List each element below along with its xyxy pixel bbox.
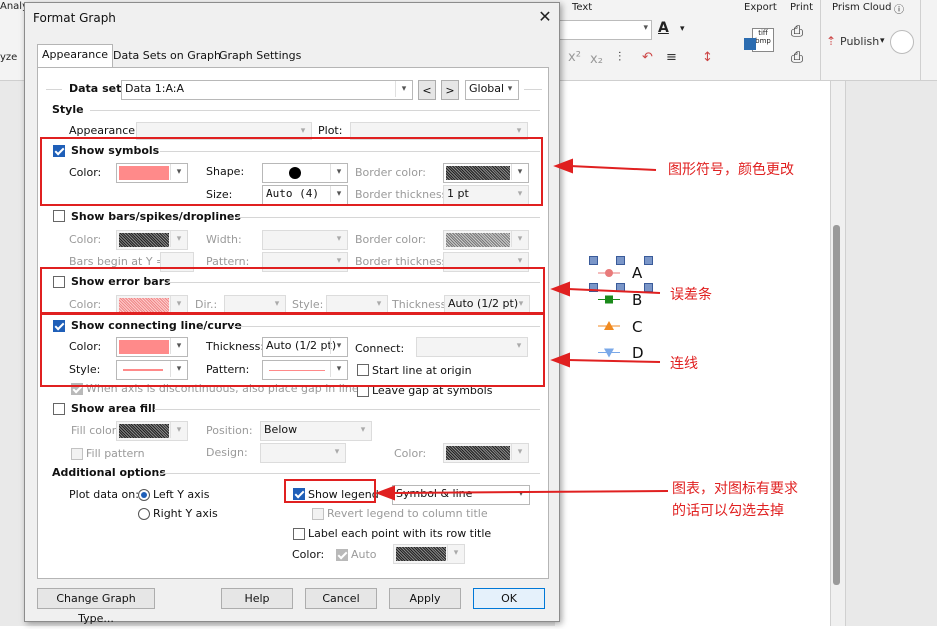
annotation-arrows (375, 158, 669, 501)
annotation-line-note: 连线 (670, 356, 698, 372)
annotation-symbols-note: 图形符号，颜色更改 (668, 162, 794, 178)
annotation-legend-note-line2: 的话可以勾选去掉 (672, 503, 784, 519)
annotation-error-bars-note: 误差条 (670, 287, 712, 303)
annotation-legend-note-line1: 图表，对图标有要求 (672, 481, 798, 497)
